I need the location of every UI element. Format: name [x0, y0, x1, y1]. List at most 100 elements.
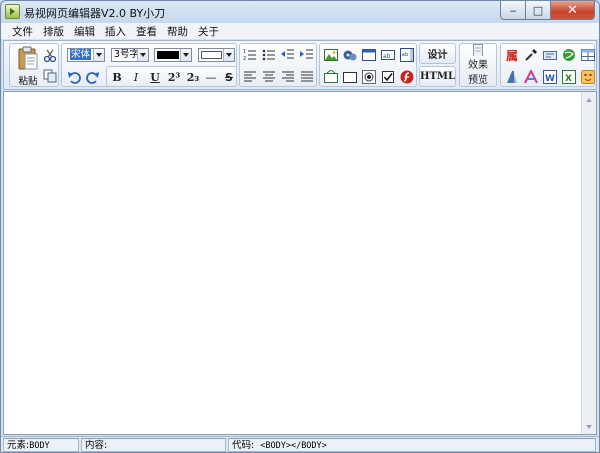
italic-button[interactable]: I	[127, 68, 145, 86]
background-color-select[interactable]	[198, 48, 235, 62]
window-title: 易视网页编辑器V2.0 BY小刀	[24, 7, 166, 20]
insert-textbox-button[interactable]: ab	[379, 46, 397, 64]
svg-text:X: X	[565, 74, 572, 84]
textbox-icon: ab	[381, 50, 395, 60]
status-code-label: 代码:	[232, 440, 255, 451]
bullet-list-icon	[262, 49, 275, 61]
align-right-button[interactable]	[279, 68, 297, 86]
emoticon-icon	[581, 70, 595, 84]
maximize-button[interactable]: □	[526, 1, 551, 20]
unordered-list-button[interactable]	[260, 46, 278, 64]
insert-frame-button[interactable]	[341, 68, 359, 86]
align-justify-button[interactable]	[298, 68, 316, 86]
horizontal-rule-button[interactable]: —	[202, 68, 220, 86]
color-picker-button[interactable]	[522, 46, 540, 64]
svg-text:ab: ab	[383, 53, 391, 60]
properties-button[interactable]: 属	[503, 46, 521, 64]
emoticon-button[interactable]	[579, 68, 597, 86]
excel-icon: X	[562, 70, 576, 84]
align-justify-icon	[301, 71, 313, 82]
font-family-value: 宋体	[70, 49, 92, 60]
insert-button-button[interactable]	[322, 68, 340, 86]
subscript-button[interactable]: 2₃	[184, 68, 202, 86]
status-element-value: BODY	[29, 441, 50, 451]
minimize-button[interactable]: ‒	[500, 1, 526, 20]
status-bar: 元素:BODY 内容: 代码: <BODY></BODY>	[1, 436, 599, 452]
align-center-button[interactable]	[260, 68, 278, 86]
chevron-down-icon	[586, 424, 592, 432]
chevron-down-icon	[180, 49, 191, 61]
outdent-button[interactable]	[279, 46, 297, 64]
font-size-select[interactable]: 3号字	[111, 48, 149, 62]
indent-button[interactable]	[298, 46, 316, 64]
flash-icon	[400, 70, 414, 84]
tools-group: 属 W X	[500, 43, 595, 87]
bold-button[interactable]: B	[108, 68, 126, 86]
editor-area[interactable]	[3, 91, 597, 435]
window-icon	[362, 49, 376, 61]
design-mode-button[interactable]: 设计	[419, 43, 456, 64]
scroll-down-button[interactable]	[582, 419, 596, 434]
menu-edit[interactable]: 编辑	[69, 23, 100, 39]
foreground-color-select[interactable]	[154, 48, 192, 62]
menu-bar: 文件 排版 编辑 插入 查看 帮助 关于	[1, 23, 599, 39]
html-mode-button[interactable]: HTML	[419, 66, 456, 87]
clipboard-group: 粘贴	[9, 43, 59, 87]
preview-label-2: 预览	[468, 75, 488, 86]
excel-import-button[interactable]: X	[560, 68, 578, 86]
radio-icon	[362, 70, 376, 84]
web-button[interactable]	[560, 46, 578, 64]
ordered-list-icon: 12	[243, 49, 256, 62]
art-text-button[interactable]	[522, 68, 540, 86]
paste-icon	[18, 46, 38, 70]
menu-about[interactable]: 关于	[193, 23, 224, 39]
undo-button[interactable]	[65, 68, 83, 86]
menu-help[interactable]: 帮助	[162, 23, 193, 39]
underline-button[interactable]: U	[146, 68, 164, 86]
align-center-icon	[263, 71, 275, 82]
paste-button[interactable]: 粘贴	[15, 46, 41, 87]
insert-group: ab ab	[319, 43, 417, 87]
menu-file[interactable]: 文件	[7, 23, 38, 39]
paragraph-group: 12	[239, 43, 317, 87]
indent-icon	[300, 49, 313, 59]
insert-card-button[interactable]	[541, 46, 559, 64]
font-size-value: 3号字	[114, 49, 140, 60]
ordered-list-button[interactable]: 12	[241, 46, 259, 64]
table-button[interactable]	[579, 46, 597, 64]
vertical-scrollbar[interactable]	[581, 92, 596, 434]
font-family-select[interactable]: 宋体	[67, 48, 105, 62]
redo-button[interactable]	[84, 68, 102, 86]
align-left-icon	[244, 71, 256, 82]
superscript-button[interactable]: 2³	[165, 68, 183, 86]
insert-image-button[interactable]	[322, 46, 340, 64]
insert-media-button[interactable]	[341, 46, 359, 64]
insert-flash-button[interactable]	[398, 68, 416, 86]
status-content-label: 内容:	[85, 440, 108, 451]
image-icon	[324, 49, 338, 61]
chevron-down-icon	[223, 49, 234, 61]
insert-checkbox-button[interactable]	[379, 68, 397, 86]
preview-button[interactable]: 效果 预览	[459, 43, 497, 87]
redo-icon	[86, 72, 99, 84]
scroll-up-button[interactable]	[582, 92, 596, 107]
svg-text:属: 属	[506, 49, 518, 62]
cut-button[interactable]	[41, 47, 59, 65]
title-bar[interactable]: 易视网页编辑器V2.0 BY小刀 ‒ □ ✕	[1, 1, 599, 23]
close-button[interactable]: ✕	[551, 1, 595, 20]
insert-radio-button[interactable]	[360, 68, 378, 86]
chevron-down-icon	[93, 49, 104, 61]
foreground-color-swatch	[157, 51, 179, 59]
strikethrough-button[interactable]: S	[220, 68, 238, 86]
insert-textarea-button[interactable]: ab	[398, 46, 416, 64]
card-icon	[543, 51, 557, 60]
word-import-button[interactable]: W	[541, 68, 559, 86]
menu-insert[interactable]: 插入	[100, 23, 131, 39]
menu-view[interactable]: 查看	[131, 23, 162, 39]
align-left-button[interactable]	[241, 68, 259, 86]
globe-icon	[563, 49, 575, 61]
insert-window-button[interactable]	[360, 46, 378, 64]
text-style-button[interactable]	[503, 68, 521, 86]
copy-button[interactable]	[41, 67, 59, 85]
menu-layout[interactable]: 排版	[38, 23, 69, 39]
